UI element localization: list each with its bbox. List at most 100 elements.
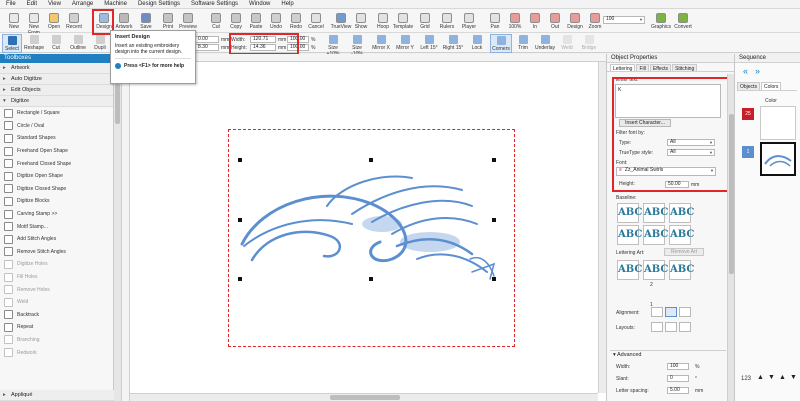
toolbar-button-rotate-right[interactable]: Right 15° xyxy=(442,34,464,53)
tool-standard-shapes[interactable]: Standard Shapes xyxy=(0,132,113,145)
toolbar-button-convert[interactable]: Convert xyxy=(672,11,694,33)
menu-design-settings[interactable]: Design Settings xyxy=(138,1,180,7)
tool-circle-oval[interactable]: Circle / Oval xyxy=(0,120,113,133)
toolbar-button-size-plus[interactable]: Size +10% xyxy=(322,34,344,57)
tool-carving-stamp[interactable]: Carving Stamp >> xyxy=(0,208,113,221)
align-center-icon[interactable] xyxy=(665,307,677,317)
toolbar-button-recent[interactable]: Recent xyxy=(63,11,85,33)
layout-icon[interactable] xyxy=(651,322,663,332)
toolbar-button-undo[interactable]: Undo xyxy=(265,11,287,33)
remove-art-button[interactable]: Remove Art xyxy=(664,248,704,256)
toolbar-button-zoom-in[interactable]: In xyxy=(524,11,546,33)
section-edit-objects[interactable]: ▸ Edit Objects xyxy=(0,85,113,96)
scrollbar-thumb[interactable] xyxy=(330,395,400,400)
toolbar-button-zoom-100[interactable]: 100% xyxy=(504,11,526,33)
lettering-art-tile[interactable]: ABC xyxy=(617,260,642,280)
tab-effects[interactable]: Effects xyxy=(649,64,672,72)
thread-color-swatch[interactable]: 25 xyxy=(742,108,754,120)
tool-redwork[interactable]: Redwork xyxy=(0,346,113,359)
menu-arrange[interactable]: Arrange xyxy=(72,1,93,7)
toolbar-button-rulers[interactable]: Rulers xyxy=(436,11,458,33)
x-position-field[interactable]: 0.00 xyxy=(195,36,219,43)
scrollbar-thumb[interactable] xyxy=(115,84,120,124)
toolbar-button-trim[interactable]: Trim xyxy=(512,34,534,53)
toolbar-button-redo[interactable]: Redo xyxy=(285,11,307,33)
advanced-section-header[interactable]: ▾ Advanced xyxy=(610,350,726,359)
baseline-tile[interactable]: ABC xyxy=(617,225,642,245)
lettering-art-tile[interactable]: ABC xyxy=(669,260,694,280)
menu-file[interactable]: File xyxy=(6,1,16,7)
tool-digitize-blocks[interactable]: Digitize Blocks xyxy=(0,195,113,208)
selection-handle[interactable] xyxy=(238,158,242,162)
canvas-horizontal-scrollbar[interactable] xyxy=(130,393,598,401)
collapse-left-icon[interactable]: « xyxy=(743,66,748,76)
tool-weld[interactable]: Weld xyxy=(0,296,113,309)
align-left-icon[interactable] xyxy=(651,307,663,317)
slant-field[interactable]: 0 xyxy=(667,375,689,382)
menu-view[interactable]: View xyxy=(48,1,61,7)
tab-colors[interactable]: Colors xyxy=(760,82,782,90)
y-position-field[interactable]: 8.30 xyxy=(195,44,219,51)
toolbar-button-new-file[interactable]: New xyxy=(3,11,25,33)
align-right-icon[interactable] xyxy=(679,307,691,317)
tool-repeat[interactable]: Repeat xyxy=(0,321,113,334)
design-canvas[interactable] xyxy=(122,54,606,401)
width-field[interactable]: 100 xyxy=(667,363,689,370)
toolbar-button-copy[interactable]: Copy xyxy=(225,11,247,33)
toolbar-button-weld[interactable]: Weld xyxy=(556,34,578,53)
toolbar-button-player[interactable]: Player xyxy=(458,11,480,33)
thread-color-swatch[interactable]: 1 xyxy=(742,146,754,158)
toolbar-button-show[interactable]: Show xyxy=(350,11,372,33)
selected-color-block-thumbnail[interactable] xyxy=(760,142,796,176)
tool-digitize-open-shape[interactable]: Digitize Open Shape xyxy=(0,170,113,183)
toolbar-button-hoop[interactable]: Hoop xyxy=(372,11,394,33)
tab-objects[interactable]: Objects xyxy=(737,82,760,90)
tool-fill-holes[interactable]: Fill Holes xyxy=(0,271,113,284)
move-first-icon[interactable]: ▲ xyxy=(779,374,786,381)
section-applique[interactable]: ▸ Appliqué xyxy=(0,390,114,401)
move-up-icon[interactable]: ▲ xyxy=(757,374,764,381)
canvas-vertical-scrollbar[interactable] xyxy=(598,62,606,393)
tool-add-stitch-angles[interactable]: Add Stitch Angles xyxy=(0,233,113,246)
lettering-art-tile[interactable]: ABC xyxy=(643,260,668,280)
toolbar-button-grid[interactable]: Grid xyxy=(414,11,436,33)
menu-edit[interactable]: Edit xyxy=(27,1,37,7)
tool-remove-holes[interactable]: Remove Holes xyxy=(0,283,113,296)
toolbar-button-mirror-y[interactable]: Mirror Y xyxy=(394,34,416,53)
toolbar-button-select[interactable]: Select xyxy=(2,34,22,53)
toolbar-button-knife[interactable]: Cut xyxy=(46,34,66,53)
menu-software-settings[interactable]: Software Settings xyxy=(191,1,238,7)
baseline-tile[interactable]: ABC xyxy=(617,203,642,223)
layout-icon[interactable] xyxy=(665,322,677,332)
move-last-icon[interactable]: ▼ xyxy=(790,374,797,381)
move-down-icon[interactable]: ▼ xyxy=(768,374,775,381)
toolbar-button-mirror-x[interactable]: Mirror X xyxy=(370,34,392,53)
toolbar-button-paste[interactable]: Paste xyxy=(245,11,267,33)
baseline-tile[interactable]: ABC xyxy=(643,225,668,245)
toolboxes-scrollbar[interactable] xyxy=(114,54,122,401)
toolbar-button-template[interactable]: Template xyxy=(392,11,414,33)
color-block-thumbnail[interactable] xyxy=(760,106,796,140)
section-artwork[interactable]: ▸ Artwork xyxy=(0,63,113,74)
tool-branching[interactable]: Branching xyxy=(0,334,113,347)
toolbar-button-reshape[interactable]: Reshape xyxy=(24,34,44,53)
toolbar-button-corners[interactable]: Corners xyxy=(490,34,512,53)
menu-machine[interactable]: Machine xyxy=(104,1,127,7)
menu-window[interactable]: Window xyxy=(249,1,270,7)
toolbar-button-esc[interactable]: Cancel xyxy=(305,11,327,33)
section-digitize[interactable]: ▾ Digitize xyxy=(0,96,113,107)
tool-freehand-closed-shape[interactable]: Freehand Closed Shape xyxy=(0,157,113,170)
collapse-right-icon[interactable]: » xyxy=(755,66,760,76)
baseline-tile[interactable]: ABC xyxy=(643,203,668,223)
toolbar-button-outline[interactable]: Outline xyxy=(68,34,88,53)
toolbar-button-new-from[interactable]: New From xyxy=(23,11,45,36)
toolbar-button-graphics[interactable]: Graphics xyxy=(650,11,672,33)
tab-lettering[interactable]: Lettering xyxy=(610,64,636,72)
selection-handle[interactable] xyxy=(369,158,373,162)
tool-digitize-closed-shape[interactable]: Digitize Closed Shape xyxy=(0,183,113,196)
tool-motif-stamp[interactable]: Motif Stamp... xyxy=(0,220,113,233)
toolbar-button-bridge[interactable]: Bridge xyxy=(578,34,600,53)
toolbar-button-size-minus[interactable]: Size -10% xyxy=(346,34,368,57)
zoom-level-select[interactable]: 100 ▼ xyxy=(603,16,645,24)
tab-stitching[interactable]: Stitching xyxy=(672,64,698,72)
